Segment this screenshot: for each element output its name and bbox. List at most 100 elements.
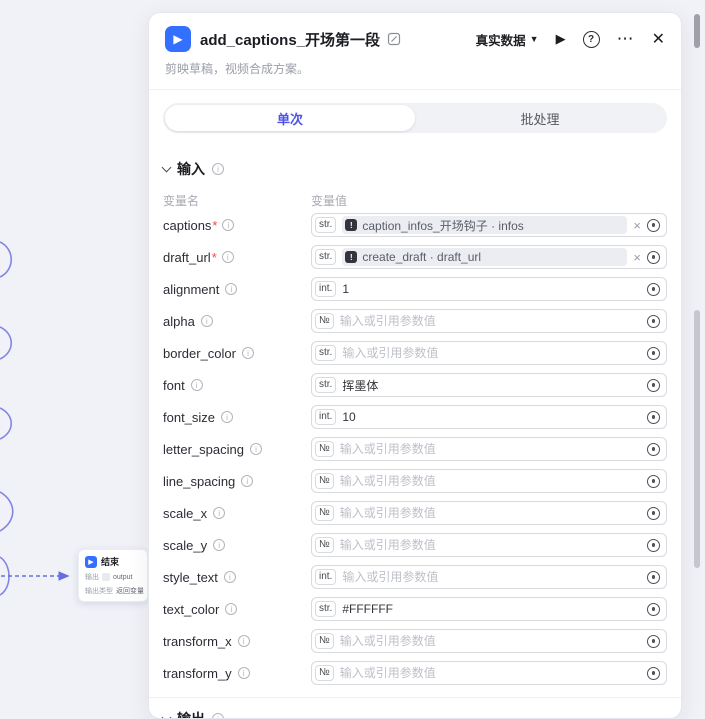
reference-toggle-icon[interactable] bbox=[647, 571, 660, 584]
end-node-row-value: 返回变量 bbox=[116, 586, 144, 596]
question-icon: ? bbox=[583, 31, 600, 48]
param-row: scale_x i № bbox=[163, 497, 667, 529]
param-value-input[interactable] bbox=[342, 346, 641, 360]
param-value-field[interactable]: № bbox=[311, 501, 667, 525]
type-badge: int. bbox=[315, 281, 336, 297]
info-icon[interactable]: i bbox=[191, 379, 203, 391]
param-value-field[interactable]: str. bbox=[311, 373, 667, 397]
param-row: font_size i int. bbox=[163, 401, 667, 433]
param-value-field[interactable]: № bbox=[311, 469, 667, 493]
reference-toggle-icon[interactable] bbox=[647, 667, 660, 680]
param-value-field[interactable]: № bbox=[311, 533, 667, 557]
param-row: transform_x i № bbox=[163, 625, 667, 657]
mode-tabs: 单次 批处理 bbox=[163, 103, 667, 133]
param-value-field[interactable]: str. bbox=[311, 597, 667, 621]
info-icon[interactable]: i bbox=[225, 603, 237, 615]
info-icon[interactable]: i bbox=[238, 667, 250, 679]
reference-toggle-icon[interactable] bbox=[647, 635, 660, 648]
run-button[interactable]: ▶ bbox=[556, 31, 566, 47]
info-icon[interactable]: i bbox=[212, 163, 224, 175]
param-row: font i str. bbox=[163, 369, 667, 401]
param-value-field[interactable]: str. ! create_draft · draft_url × bbox=[311, 245, 667, 269]
end-node-row-label: 输出类型 bbox=[85, 586, 113, 596]
param-row: alpha i № bbox=[163, 305, 667, 337]
param-value-input[interactable] bbox=[340, 634, 641, 648]
param-row: scale_y i № bbox=[163, 529, 667, 561]
data-mode-dropdown[interactable]: 真实数据 ▼ bbox=[476, 30, 539, 49]
param-value-input[interactable] bbox=[340, 442, 641, 456]
reference-toggle-icon[interactable] bbox=[647, 507, 660, 520]
info-icon[interactable]: i bbox=[222, 219, 234, 231]
param-value-field[interactable]: int. bbox=[311, 565, 667, 589]
tab-batch[interactable]: 批处理 bbox=[415, 105, 665, 131]
reference-toggle-icon[interactable] bbox=[647, 315, 660, 328]
reference-toggle-icon[interactable] bbox=[647, 539, 660, 552]
type-tag-icon bbox=[102, 573, 110, 581]
info-icon[interactable]: i bbox=[213, 539, 225, 551]
param-value-input[interactable] bbox=[342, 602, 641, 616]
reference-toggle-icon[interactable] bbox=[647, 283, 660, 296]
info-icon[interactable]: i bbox=[221, 411, 233, 423]
param-name: transform_y bbox=[163, 666, 232, 681]
info-icon[interactable]: i bbox=[242, 347, 254, 359]
input-section-title: 输入 bbox=[177, 159, 205, 179]
info-icon[interactable]: i bbox=[212, 713, 224, 719]
info-icon[interactable]: i bbox=[250, 443, 262, 455]
param-value-input[interactable] bbox=[340, 538, 641, 552]
info-icon[interactable]: i bbox=[201, 315, 213, 327]
type-badge: str. bbox=[315, 249, 336, 265]
ref-chip[interactable]: ! create_draft · draft_url bbox=[342, 248, 627, 266]
scrollbar-thumb[interactable] bbox=[694, 14, 700, 48]
panel-title: add_captions_开场第一段 bbox=[200, 29, 380, 50]
more-menu-icon[interactable]: ⋯ bbox=[617, 29, 635, 49]
param-value-field[interactable]: № bbox=[311, 661, 667, 685]
param-value-field[interactable]: str. ! caption_infos_开场钩子 · infos × bbox=[311, 213, 667, 237]
chevron-down-icon[interactable] bbox=[162, 712, 172, 719]
param-name: transform_x bbox=[163, 634, 232, 649]
ref-chip[interactable]: ! caption_infos_开场钩子 · infos bbox=[342, 216, 627, 234]
info-icon[interactable]: i bbox=[225, 283, 237, 295]
type-badge: № bbox=[315, 505, 334, 521]
param-value-field[interactable]: int. bbox=[311, 277, 667, 301]
reference-toggle-icon[interactable] bbox=[647, 603, 660, 616]
param-value-input[interactable] bbox=[342, 570, 641, 584]
clear-icon[interactable]: × bbox=[633, 251, 641, 264]
param-value-input[interactable] bbox=[340, 666, 641, 680]
reference-toggle-icon[interactable] bbox=[647, 347, 660, 360]
param-value-field[interactable]: № bbox=[311, 437, 667, 461]
info-icon[interactable]: i bbox=[238, 635, 250, 647]
close-icon[interactable]: ✕ bbox=[652, 29, 665, 49]
help-button[interactable]: ? bbox=[583, 31, 600, 48]
end-node-rows: 输出 output 输出类型 返回变量 bbox=[85, 572, 141, 596]
param-value-field[interactable]: int. bbox=[311, 405, 667, 429]
reference-toggle-icon[interactable] bbox=[647, 219, 660, 232]
clear-icon[interactable]: × bbox=[633, 219, 641, 232]
chevron-down-icon[interactable] bbox=[162, 162, 172, 172]
param-value-input[interactable] bbox=[340, 474, 641, 488]
end-node[interactable]: ▶ 结束 输出 output 输出类型 返回变量 bbox=[78, 549, 148, 602]
param-value-input[interactable] bbox=[342, 410, 641, 424]
param-value-input[interactable] bbox=[340, 314, 641, 328]
reference-toggle-icon[interactable] bbox=[647, 251, 660, 264]
param-value-field[interactable]: № bbox=[311, 309, 667, 333]
tab-single-run[interactable]: 单次 bbox=[165, 105, 415, 131]
param-value-input[interactable] bbox=[342, 378, 641, 392]
reference-toggle-icon[interactable] bbox=[647, 475, 660, 488]
param-value-field[interactable]: str. bbox=[311, 341, 667, 365]
param-value-field[interactable]: № bbox=[311, 629, 667, 653]
param-value-input[interactable] bbox=[340, 506, 641, 520]
param-value-input[interactable] bbox=[342, 282, 641, 296]
scrollbar-thumb[interactable] bbox=[694, 310, 700, 568]
block-icon: ! bbox=[345, 219, 357, 231]
reference-toggle-icon[interactable] bbox=[647, 411, 660, 424]
rename-icon[interactable] bbox=[387, 32, 401, 46]
info-icon[interactable]: i bbox=[222, 251, 234, 263]
reference-toggle-icon[interactable] bbox=[647, 379, 660, 392]
param-row: style_text i int. bbox=[163, 561, 667, 593]
param-row: alignment i int. bbox=[163, 273, 667, 305]
info-icon[interactable]: i bbox=[213, 507, 225, 519]
info-icon[interactable]: i bbox=[241, 475, 253, 487]
reference-toggle-icon[interactable] bbox=[647, 443, 660, 456]
param-name: scale_x bbox=[163, 506, 207, 521]
info-icon[interactable]: i bbox=[224, 571, 236, 583]
